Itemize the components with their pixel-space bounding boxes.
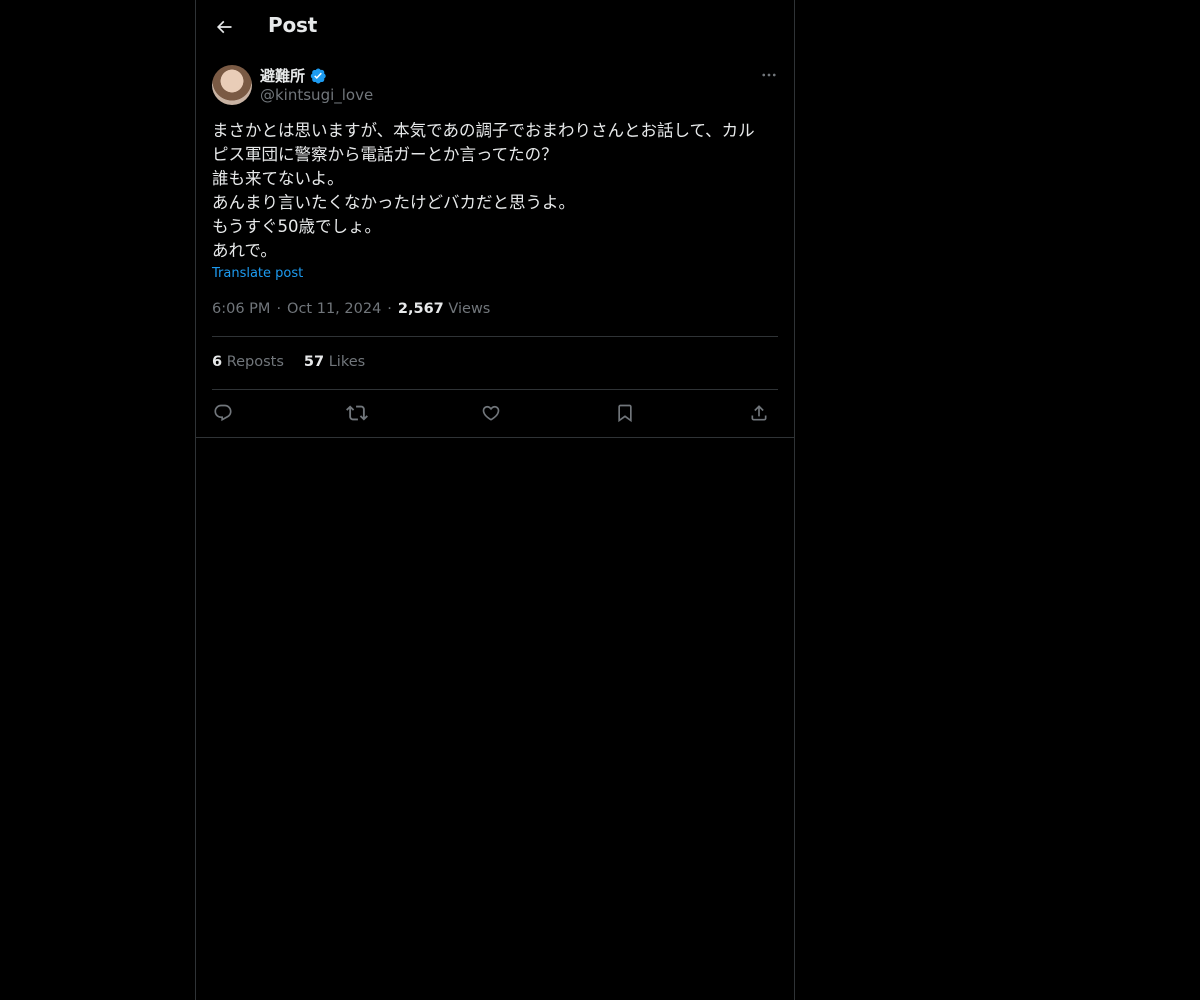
back-button[interactable] <box>210 13 238 41</box>
bookmark-button[interactable] <box>614 400 636 426</box>
post-text-line: あれで。 <box>212 241 277 260</box>
author-handle[interactable]: @kintsugi_love <box>260 86 373 104</box>
more-horizontal-icon <box>760 66 778 84</box>
meta-separator: · <box>276 301 282 317</box>
author-name-row[interactable]: 避難所 <box>260 65 327 86</box>
heart-icon <box>481 403 501 423</box>
action-bar <box>212 400 778 426</box>
author-display-name[interactable]: 避難所 <box>260 65 305 86</box>
divider <box>212 389 778 390</box>
views-label: Views <box>448 301 491 317</box>
like-button[interactable] <box>480 400 502 426</box>
likes-label: Likes <box>328 354 366 370</box>
more-options-button[interactable] <box>758 64 780 86</box>
reply-button[interactable] <box>212 400 234 426</box>
views-count: 2,567 <box>397 301 444 317</box>
reposts-count: 6 <box>212 354 223 370</box>
divider <box>212 336 778 337</box>
share-icon <box>749 403 769 423</box>
reply-icon <box>213 403 233 423</box>
post-bottom-border <box>196 437 794 438</box>
post-text: まさかとは思いますが、本気であの調子でおまわりさんとお話して、カル ピス軍団に警… <box>212 119 778 263</box>
repost-button[interactable] <box>346 400 368 426</box>
arrow-left-icon <box>214 17 234 37</box>
post-text-line: あんまり言いたくなかったけどバカだと思うよ。 <box>212 193 575 212</box>
bookmark-icon <box>615 403 635 423</box>
translate-post-link[interactable]: Translate post <box>212 266 303 281</box>
engagement-stats: 6 Reposts 57 Likes <box>212 354 365 370</box>
reposts-label: Reposts <box>226 354 284 370</box>
post-header: Post <box>196 0 794 54</box>
post-text-line: まさかとは思いますが、本気であの調子でおまわりさんとお話して、カル <box>212 121 755 140</box>
page-title: Post <box>268 13 318 37</box>
views-stat[interactable]: 2,567 Views <box>398 301 490 317</box>
meta-separator: · <box>387 301 392 317</box>
repost-icon <box>346 402 368 424</box>
avatar[interactable] <box>212 65 252 105</box>
post-text-line: ピス軍団に警察から電話ガーとか言ってたの？ <box>212 145 558 164</box>
likes-stat[interactable]: 57 Likes <box>304 354 365 370</box>
post-metadata: 6:06 PM · Oct 11, 2024 · 2,567 Views <box>212 301 490 317</box>
post-text-line: 誰も来てないよ。 <box>212 169 344 188</box>
post-text-line: もうすぐ50歳でしょ。 <box>212 217 382 236</box>
reposts-stat[interactable]: 6 Reposts <box>212 354 284 370</box>
verified-badge-icon <box>309 67 327 85</box>
post-time[interactable]: 6:06 PM <box>212 301 270 317</box>
post-column: Post 避難所 @kintsugi_love まさかとは思いますが、本気であの… <box>195 0 795 1000</box>
share-button[interactable] <box>748 400 770 426</box>
post-date[interactable]: Oct 11, 2024 <box>287 301 381 317</box>
likes-count: 57 <box>303 354 325 370</box>
